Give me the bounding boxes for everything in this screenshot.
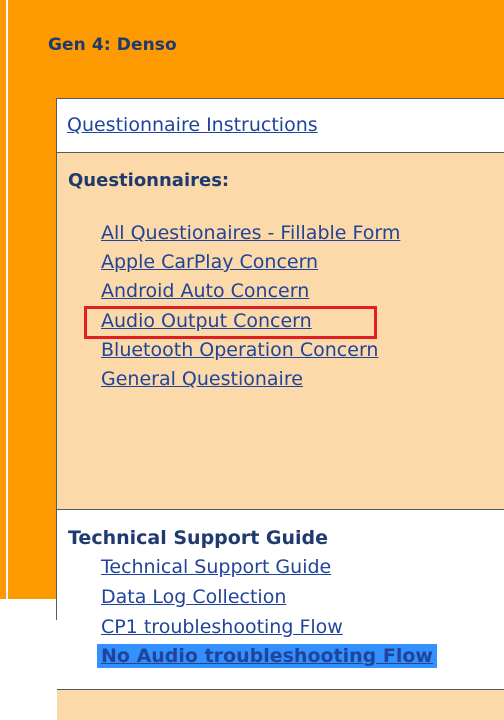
- all-questionnaires-link[interactable]: All Questionaires - Fillable Form: [101, 222, 400, 244]
- android-auto-concern-link[interactable]: Android Auto Concern: [101, 280, 309, 302]
- technical-support-section: Technical Support Guide Technical Suppor…: [57, 509, 504, 680]
- questionnaire-instructions-link[interactable]: Questionnaire Instructions: [67, 114, 318, 136]
- highlight-box: [84, 306, 377, 339]
- technical-support-guide-link[interactable]: Technical Support Guide: [101, 556, 331, 578]
- general-questionnaire-link[interactable]: General Questionaire: [101, 368, 303, 390]
- questionnaires-heading: Questionnaires:: [68, 170, 230, 191]
- left-border-line: [6, 0, 8, 599]
- bluetooth-operation-concern-link[interactable]: Bluetooth Operation Concern: [101, 339, 378, 361]
- questionnaires-section: Questionnaires: All Questionaires - Fill…: [57, 153, 504, 509]
- page-title: Gen 4: Denso: [48, 35, 177, 55]
- instructions-row: Questionnaire Instructions: [57, 99, 504, 153]
- cp1-troubleshooting-flow-link[interactable]: CP1 troubleshooting Flow: [101, 616, 343, 638]
- panel-bottom-row: [57, 689, 504, 720]
- data-log-collection-link[interactable]: Data Log Collection: [101, 586, 286, 608]
- no-audio-troubleshooting-flow-link[interactable]: No Audio troubleshooting Flow: [97, 644, 437, 668]
- technical-support-heading: Technical Support Guide: [68, 527, 329, 549]
- page-background: Gen 4: Denso Questionnaire Instructions …: [0, 0, 504, 720]
- apple-carplay-concern-link[interactable]: Apple CarPlay Concern: [101, 251, 318, 273]
- resources-panel: Questionnaire Instructions Questionnaire…: [56, 98, 504, 720]
